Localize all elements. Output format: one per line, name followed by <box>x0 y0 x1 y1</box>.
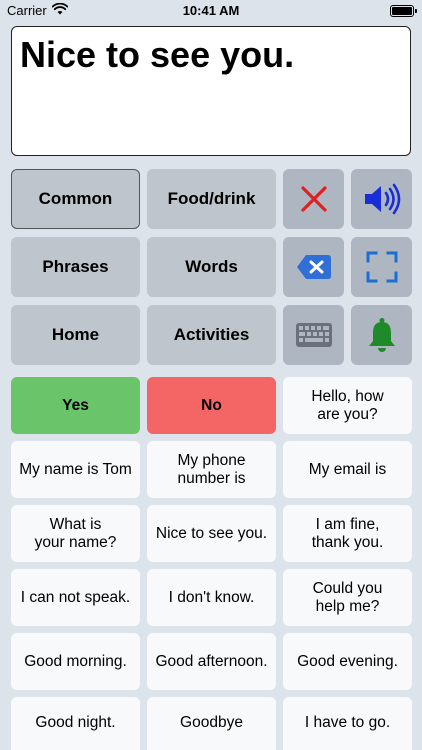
status-bar: Carrier 10:41 AM <box>0 0 422 22</box>
category-label: Words <box>185 257 238 276</box>
category-words-button[interactable]: Words <box>147 237 276 297</box>
phrase-label: Good night. <box>35 713 116 731</box>
phrase-label: Yes <box>62 396 89 414</box>
close-icon <box>299 184 329 214</box>
phrase-button[interactable]: Good morning. <box>11 633 140 690</box>
phrase-label: Good morning. <box>24 652 127 670</box>
phrase-button[interactable]: Hello, how are you? <box>283 377 412 434</box>
speaker-icon <box>362 183 402 215</box>
phrase-label: My name is Tom <box>19 460 132 478</box>
backspace-icon <box>296 254 332 280</box>
category-home-button[interactable]: Home <box>11 305 140 365</box>
phrase-button[interactable]: Good afternoon. <box>147 633 276 690</box>
phrase-label: I am fine, thank you. <box>311 515 384 551</box>
phrase-label: I have to go. <box>304 713 391 731</box>
phrase-button[interactable]: I don't know. <box>147 569 276 626</box>
category-label: Home <box>51 325 100 344</box>
category-food-drink-button[interactable]: Food/drink <box>147 169 276 229</box>
keyboard-icon <box>295 322 333 348</box>
phrase-label: Good evening. <box>297 652 398 670</box>
phrase-button[interactable]: I am fine, thank you. <box>283 505 412 562</box>
phrase-button[interactable]: My name is Tom <box>11 441 140 498</box>
phrase-label: Good afternoon. <box>155 652 268 670</box>
speak-button[interactable] <box>351 169 412 229</box>
phrase-label: Goodbye <box>180 713 243 731</box>
phrase-label: Hello, how are you? <box>311 387 384 423</box>
phrase-button[interactable]: I can not speak. <box>11 569 140 626</box>
message-display[interactable]: Nice to see you. <box>11 26 411 156</box>
category-label: Common <box>38 189 113 208</box>
no-button[interactable]: No <box>147 377 276 434</box>
phrase-button[interactable]: I have to go. <box>283 697 412 750</box>
fullscreen-button[interactable] <box>351 237 412 297</box>
phrase-label: I can not speak. <box>20 588 131 606</box>
yes-button[interactable]: Yes <box>11 377 140 434</box>
status-time: 10:41 AM <box>182 3 240 18</box>
phrase-label: I don't know. <box>168 588 255 606</box>
category-common-button[interactable]: Common <box>11 169 140 229</box>
category-label: Activities <box>173 325 250 344</box>
phrase-button[interactable]: Good evening. <box>283 633 412 690</box>
clear-button[interactable] <box>283 169 344 229</box>
phrase-label: What is your name? <box>34 515 117 551</box>
keyboard-button[interactable] <box>283 305 344 365</box>
phrase-button[interactable]: Nice to see you. <box>147 505 276 562</box>
category-activities-button[interactable]: Activities <box>147 305 276 365</box>
category-phrases-button[interactable]: Phrases <box>11 237 140 297</box>
phrase-label: No <box>201 396 222 414</box>
category-label: Food/drink <box>167 189 256 208</box>
phrase-button[interactable]: What is your name? <box>11 505 140 562</box>
phrase-button[interactable]: Could you help me? <box>283 569 412 626</box>
phrase-button[interactable]: Good night. <box>11 697 140 750</box>
phrase-button[interactable]: My phone number is <box>147 441 276 498</box>
category-label: Phrases <box>42 257 109 276</box>
phrase-button[interactable]: Goodbye <box>147 697 276 750</box>
battery-icon <box>390 5 417 17</box>
bell-icon <box>367 317 397 353</box>
phrase-label: My phone number is <box>177 451 246 487</box>
backspace-button[interactable] <box>283 237 344 297</box>
phrase-label: Could you help me? <box>312 579 383 615</box>
phrase-label: My email is <box>308 460 387 478</box>
alert-button[interactable] <box>351 305 412 365</box>
phrase-label: Nice to see you. <box>155 524 268 542</box>
phrase-button[interactable]: My email is <box>283 441 412 498</box>
fullscreen-icon <box>366 251 398 283</box>
